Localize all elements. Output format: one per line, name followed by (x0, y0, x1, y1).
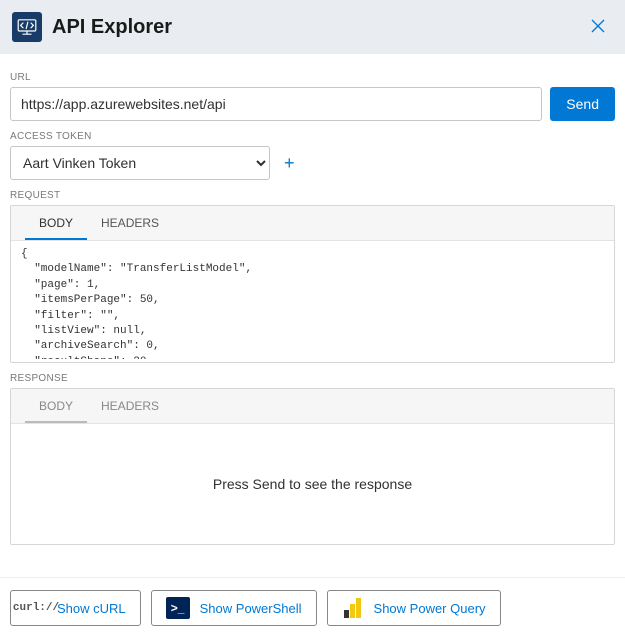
header: API Explorer (0, 0, 625, 54)
tab-request-body[interactable]: BODY (25, 206, 87, 240)
response-panel: BODY HEADERS Press Send to see the respo… (10, 388, 615, 545)
api-explorer-icon (12, 12, 42, 42)
show-powerquery-label: Show Power Query (374, 601, 486, 616)
content: URL Send ACCESS TOKEN Aart Vinken Token … (0, 54, 625, 557)
page-title: API Explorer (52, 16, 583, 39)
access-token-label: ACCESS TOKEN (10, 131, 615, 142)
tab-response-body[interactable]: BODY (25, 389, 87, 423)
plus-icon: + (284, 153, 295, 173)
show-powershell-button[interactable]: >_ Show PowerShell (151, 590, 317, 626)
tab-response-headers[interactable]: HEADERS (87, 389, 173, 423)
powershell-icon: >_ (166, 597, 190, 619)
access-token-select[interactable]: Aart Vinken Token (10, 146, 270, 180)
token-row: Aart Vinken Token + (10, 146, 615, 180)
response-placeholder: Press Send to see the response (11, 424, 614, 544)
show-powershell-label: Show PowerShell (200, 601, 302, 616)
close-icon (591, 17, 605, 37)
close-button[interactable] (583, 13, 613, 42)
powerquery-icon (342, 597, 364, 619)
request-tabs: BODY HEADERS (11, 206, 614, 241)
request-body-textarea[interactable] (11, 241, 614, 359)
request-label: REQUEST (10, 190, 615, 201)
response-label: RESPONSE (10, 373, 615, 384)
show-curl-label: Show cURL (57, 601, 126, 616)
response-tabs: BODY HEADERS (11, 389, 614, 424)
url-input[interactable] (10, 87, 542, 121)
show-powerquery-button[interactable]: Show Power Query (327, 590, 501, 626)
url-row: Send (10, 87, 615, 121)
request-panel: BODY HEADERS (10, 205, 615, 363)
curl-icon: curl:// (25, 597, 47, 619)
send-button[interactable]: Send (550, 87, 615, 121)
add-token-button[interactable]: + (280, 149, 299, 178)
url-label: URL (10, 72, 615, 83)
show-curl-button[interactable]: curl:// Show cURL (10, 590, 141, 626)
footer: curl:// Show cURL >_ Show PowerShell Sho… (0, 577, 625, 638)
tab-request-headers[interactable]: HEADERS (87, 206, 173, 240)
